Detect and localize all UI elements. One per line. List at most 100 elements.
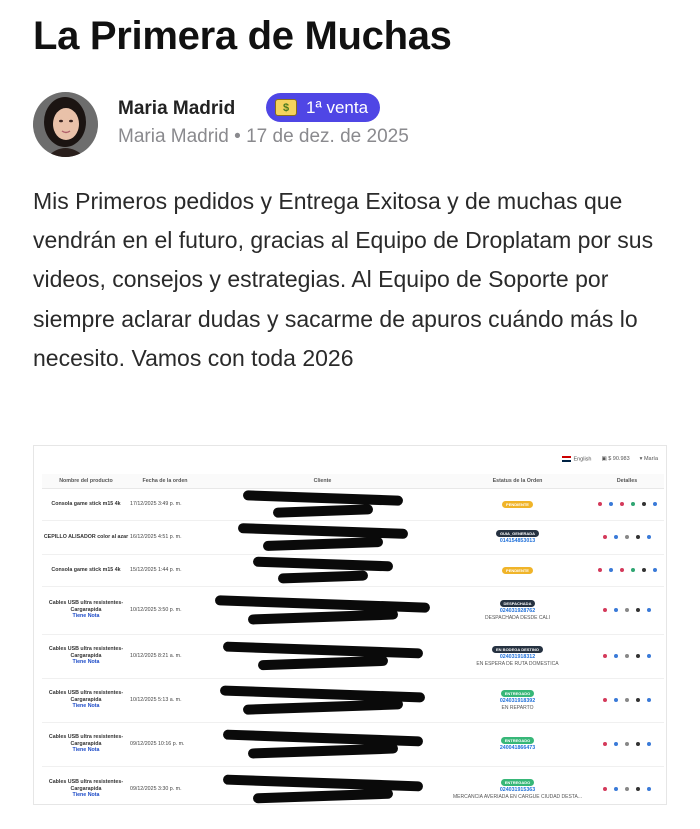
status-cell: ENTREGADO 240041866473 [445, 722, 590, 767]
table-row[interactable]: Consola game stick m15 4k 15/12/2025 1:44… [42, 554, 664, 587]
orders-table: Nombre del producto Fecha de la orden Cl… [42, 474, 664, 804]
author-name[interactable]: Maria Madrid [118, 98, 235, 120]
search-icon[interactable] [608, 568, 613, 572]
redaction-mark [252, 788, 393, 803]
search-icon[interactable] [614, 742, 618, 746]
chevron-down-icon[interactable] [603, 698, 607, 702]
client-cell-redacted [200, 488, 445, 521]
column-header: Nombre del producto [42, 474, 130, 489]
status-note: DESPACHADA DESDE CALI [485, 614, 550, 621]
note-link: Tiene Nota [72, 747, 100, 754]
chevron-down-icon[interactable] [603, 654, 607, 658]
client-cell-redacted [200, 766, 445, 804]
avatar-photo [33, 92, 98, 157]
table-row[interactable]: Cables USB ultra resistentes-Cargarapida… [42, 678, 664, 723]
table-row[interactable]: Consola game stick m15 4k 17/12/2025 3:49… [42, 488, 664, 521]
chevron-down-icon[interactable] [603, 742, 607, 746]
tracking-number[interactable]: 024031915363 [445, 787, 590, 793]
client-cell-redacted [200, 634, 445, 679]
trash-icon[interactable] [619, 568, 624, 572]
tracking-number[interactable]: 014154853013 [445, 538, 590, 544]
product-cell: Cables USB ultra resistentes-Cargarapida… [42, 766, 130, 804]
tracking-number[interactable]: 024031928762 [445, 608, 590, 614]
refresh-icon[interactable] [647, 698, 651, 702]
order-date: 15/12/2025 1:44 p. m. [130, 554, 200, 587]
table-row[interactable]: Cables USB ultra resistentes-Cargarapida… [42, 766, 664, 804]
product-name: Cables USB ultra resistentes-Cargarapida [48, 779, 124, 792]
order-date: 09/12/2025 3:30 p. m. [130, 766, 200, 804]
document-icon[interactable] [625, 787, 629, 791]
tracking-number[interactable]: 024031918312 [445, 654, 590, 660]
refresh-icon[interactable] [647, 787, 651, 791]
orders-screenshot: English ▣ $ 90.983 ▾ María Nombre del pr… [33, 445, 667, 805]
row-actions [590, 502, 664, 506]
status-badge: EN BODEGA DESTINO [492, 645, 543, 653]
search-icon[interactable] [608, 502, 613, 506]
table-row[interactable]: Cables USB ultra resistentes-Cargarapida… [42, 586, 664, 635]
document-icon[interactable] [625, 535, 629, 539]
chevron-down-icon[interactable] [603, 608, 607, 612]
bell-icon[interactable] [636, 608, 640, 612]
refresh-icon[interactable] [647, 654, 651, 658]
language-selector: English [562, 456, 591, 462]
bell-icon[interactable] [636, 654, 640, 658]
client-cell-redacted [200, 554, 445, 587]
document-icon[interactable] [625, 698, 629, 702]
chevron-down-icon[interactable] [597, 568, 602, 572]
bell-icon[interactable] [636, 698, 640, 702]
avatar[interactable] [33, 92, 98, 157]
details-cell [590, 586, 664, 635]
bell-icon[interactable] [636, 787, 640, 791]
document-icon[interactable] [625, 608, 629, 612]
row-actions [590, 787, 664, 791]
trash-icon[interactable] [619, 502, 624, 506]
redaction-mark [242, 698, 403, 715]
refresh-icon[interactable] [652, 568, 657, 572]
search-icon[interactable] [614, 787, 618, 791]
chevron-down-icon[interactable] [603, 787, 607, 791]
details-cell [590, 520, 664, 555]
table-row[interactable]: Cables USB ultra resistentes-Cargarapida… [42, 634, 664, 679]
details-cell [590, 554, 664, 587]
post-body: Mis Primeros pedidos y Entrega Exitosa y… [33, 188, 654, 371]
post-meta: Maria Madrid • 17 de dez. de 2025 [118, 126, 409, 148]
document-icon[interactable] [625, 654, 629, 658]
status-badge: ENTREGADO [500, 737, 535, 744]
document-icon[interactable] [625, 742, 629, 746]
product-name: Cables USB ultra resistentes-Cargarapida [48, 690, 124, 703]
product-name: Consola game stick m15 4k [51, 566, 121, 573]
details-cell [590, 634, 664, 679]
refresh-icon[interactable] [647, 535, 651, 539]
user-icon[interactable] [630, 568, 635, 572]
product-cell: Consola game stick m15 4k [42, 554, 130, 587]
status-note: EN REPARTO [501, 704, 534, 711]
table-row[interactable]: CEPILLO ALISADOR color al azar 16/12/2025… [42, 520, 664, 555]
screenshot-topbar: English ▣ $ 90.983 ▾ María [562, 456, 658, 462]
table-row[interactable]: Cables USB ultra resistentes-Cargarapida… [42, 722, 664, 767]
refresh-icon[interactable] [647, 608, 651, 612]
chevron-down-icon[interactable] [603, 535, 607, 539]
redaction-mark [237, 522, 408, 539]
chevron-down-icon[interactable] [597, 502, 602, 506]
tag-icon[interactable] [641, 568, 646, 572]
refresh-icon[interactable] [647, 742, 651, 746]
search-icon[interactable] [614, 608, 618, 612]
refresh-icon[interactable] [652, 502, 657, 506]
search-icon[interactable] [614, 535, 618, 539]
search-icon[interactable] [614, 654, 618, 658]
product-cell: CEPILLO ALISADOR color al azar [42, 520, 130, 555]
redaction-mark [222, 774, 423, 791]
tracking-number[interactable]: 024031918392 [445, 698, 590, 704]
product-name: CEPILLO ALISADOR color al azar [43, 533, 129, 540]
user-icon[interactable] [630, 502, 635, 506]
client-cell-redacted [200, 722, 445, 767]
status-badge: ENTREGADO [500, 778, 535, 786]
tracking-number[interactable]: 240041866473 [445, 745, 590, 751]
tag-icon[interactable] [641, 502, 646, 506]
bell-icon[interactable] [636, 535, 640, 539]
bell-icon[interactable] [636, 742, 640, 746]
meta-author: Maria Madrid [118, 126, 229, 147]
search-icon[interactable] [614, 698, 618, 702]
row-actions [590, 654, 664, 658]
redaction-mark [252, 556, 393, 571]
